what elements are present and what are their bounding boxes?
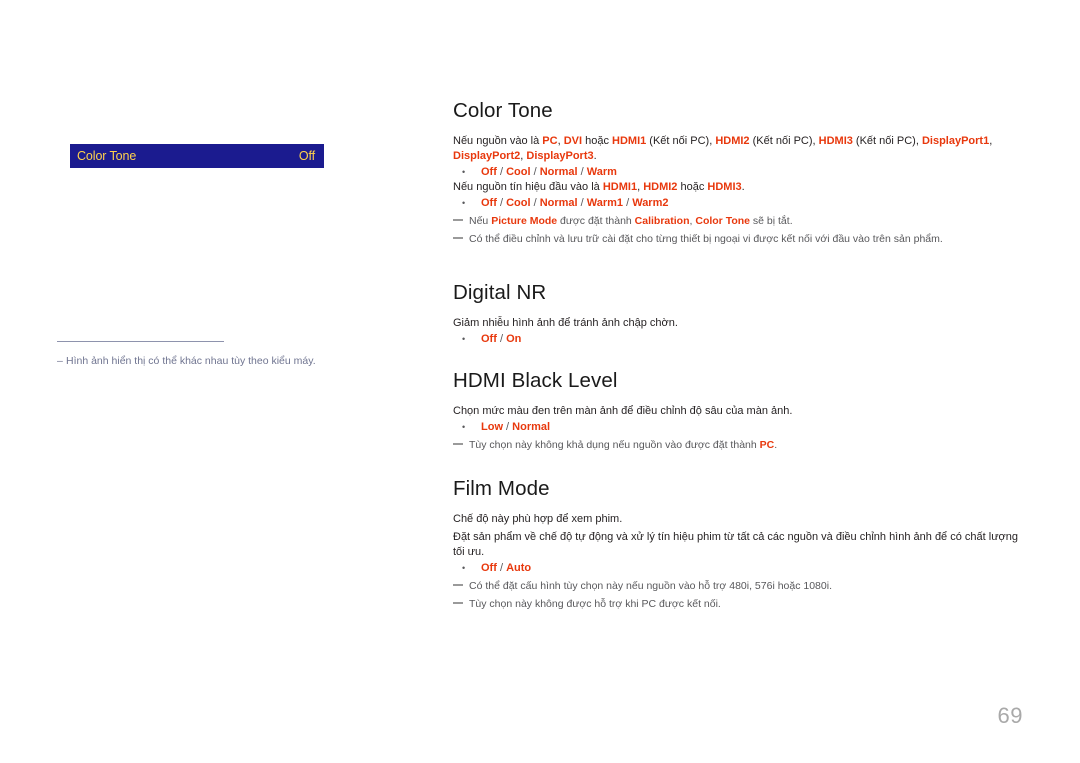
ct-options-2: Off / Cool / Normal / Warm1 / Warm2 (481, 197, 669, 209)
page-title-film-mode: Film Mode (453, 477, 550, 500)
list-item: Low / Normal (453, 419, 1023, 435)
osd-menu-value: Off (298, 148, 315, 163)
ct-options-1: Off / Cool / Normal / Warm (481, 166, 617, 178)
section-hdmi-black-level: HDMI Black Level Chọn mức màu đen trên m… (453, 369, 1023, 453)
osd-menu-row-color-tone[interactable]: Color Tone Off (70, 144, 324, 168)
color-tone-options-list-2: Off / Cool / Normal / Warm1 / Warm2 (453, 195, 1023, 211)
hdmi-black-level-options-list: Low / Normal (453, 419, 1023, 435)
ctn2-text: Có thể điều chỉnh và lưu trữ cài đặt cho… (469, 233, 943, 245)
hdmi-black-level-note: Tùy chọn này không khả dụng nếu nguồn và… (453, 438, 1023, 453)
left-note-text: Hình ảnh hiển thị có thể khác nhau tùy t… (66, 355, 316, 367)
ct2-end: . (741, 181, 745, 193)
section-color-tone: Color Tone Nếu nguồn vào là PC, DVI hoặc… (453, 99, 1023, 247)
list-item: Off / Cool / Normal / Warm (453, 164, 1023, 180)
hbl-options: Low / Normal (481, 421, 551, 433)
color-tone-note-2: Có thể điều chỉnh và lưu trữ cài đặt cho… (453, 232, 1023, 247)
color-tone-options-list-1: Off / Cool / Normal / Warm (453, 164, 1023, 180)
ct-source-dvi: DVI (563, 135, 583, 147)
ct-source-dp1: DisplayPort1 (921, 135, 990, 147)
hdmi-black-level-description: Chọn mức màu đen trên màn ảnh để điều ch… (453, 405, 793, 417)
digital-nr-options-list: Off / On (453, 331, 1023, 347)
ct2-hdmi2: HDMI2 (643, 181, 678, 193)
section-digital-nr: Digital NR Giảm nhiễu hình ảnh để tránh … (453, 281, 1023, 347)
ctn1-b: được đặt thành (557, 215, 635, 227)
color-tone-intro-paragraph-2: Nếu nguồn tín hiệu đầu vào là HDMI1, HDM… (453, 180, 1023, 195)
dnr-options: Off / On (481, 333, 522, 345)
ct-dpend: . (593, 150, 597, 162)
ctn1-d: sẽ bị tắt. (750, 215, 793, 227)
fm-options: Off / Auto (481, 562, 532, 574)
ctn1-calibration: Calibration (634, 215, 690, 227)
page-title-hdmi-black-level: HDMI Black Level (453, 369, 618, 392)
film-mode-options-list: Off / Auto (453, 560, 1023, 576)
ct-intro-a: Nếu nguồn vào là (453, 135, 543, 147)
ctn1-a: Nếu (469, 215, 492, 227)
list-item: Off / Auto (453, 560, 1023, 576)
osd-menu-label: Color Tone (77, 148, 137, 163)
section-film-mode: Film Mode Chế độ này phù hợp để xem phim… (453, 477, 1023, 612)
page-title-digital-nr: Digital NR (453, 281, 547, 304)
color-tone-intro-paragraph: Nếu nguồn vào là PC, DVI hoặc HDMI1 (Kết… (453, 134, 1023, 164)
ctn1-color-tone: Color Tone (695, 215, 750, 227)
hbl-note-b: . (774, 439, 778, 451)
hbl-note-pc: PC (759, 439, 775, 451)
list-item: Off / On (453, 331, 1023, 347)
ct2-hdmi3: HDMI3 (707, 181, 742, 193)
ct-dpsep1: , (989, 135, 993, 147)
left-note: – Hình ảnh hiển thị có thể khác nhau tùy … (57, 354, 397, 368)
ct-source-hdmi3: HDMI3 (818, 135, 853, 147)
digital-nr-description: Giảm nhiễu hình ảnh để tránh ảnh chập ch… (453, 317, 678, 329)
ct2-hoac: hoặc (677, 181, 708, 193)
left-note-divider (57, 341, 224, 342)
ct-source-hdmi2: HDMI2 (715, 135, 750, 147)
list-item: Off / Cool / Normal / Warm1 / Warm2 (453, 195, 1023, 211)
page-number: 69 (997, 703, 1023, 728)
ct-kn1: (Kết nối PC), (646, 135, 716, 147)
color-tone-note-1: Nếu Picture Mode được đặt thành Calibrat… (453, 214, 1023, 229)
page-title-color-tone: Color Tone (453, 99, 553, 122)
left-illustration-column: Color Tone Off – Hình ảnh hiển thị có thể… (0, 0, 430, 763)
ct2-hdmi1: HDMI1 (602, 181, 638, 193)
ct-source-dp3: DisplayPort3 (526, 150, 594, 162)
ct-hoac: hoặc (582, 135, 613, 147)
hbl-note-a: Tùy chọn này không khả dụng nếu nguồn và… (469, 439, 760, 451)
ct-source-pc: PC (542, 135, 558, 147)
film-mode-description-2: Đặt sản phẩm về chế độ tự động và xử lý … (453, 531, 1019, 558)
film-mode-note-1: Có thể đặt cấu hình tùy chọn này nếu ngu… (453, 579, 1023, 594)
film-mode-description-1: Chế độ này phù hợp để xem phim. (453, 513, 623, 525)
ct2-a: Nếu nguồn tín hiệu đầu vào là (453, 181, 603, 193)
ct-kn2: (Kết nối PC), (749, 135, 819, 147)
ct-kn3: (Kết nối PC), (852, 135, 919, 147)
ct-source-hdmi1: HDMI1 (612, 135, 647, 147)
note-dash-icon: – (57, 355, 63, 367)
film-mode-note-2: Tùy chọn này không được hỗ trợ khi PC đư… (453, 597, 1023, 612)
ctn1-picture-mode: Picture Mode (491, 215, 558, 227)
ct-source-dp2: DisplayPort2 (453, 150, 521, 162)
